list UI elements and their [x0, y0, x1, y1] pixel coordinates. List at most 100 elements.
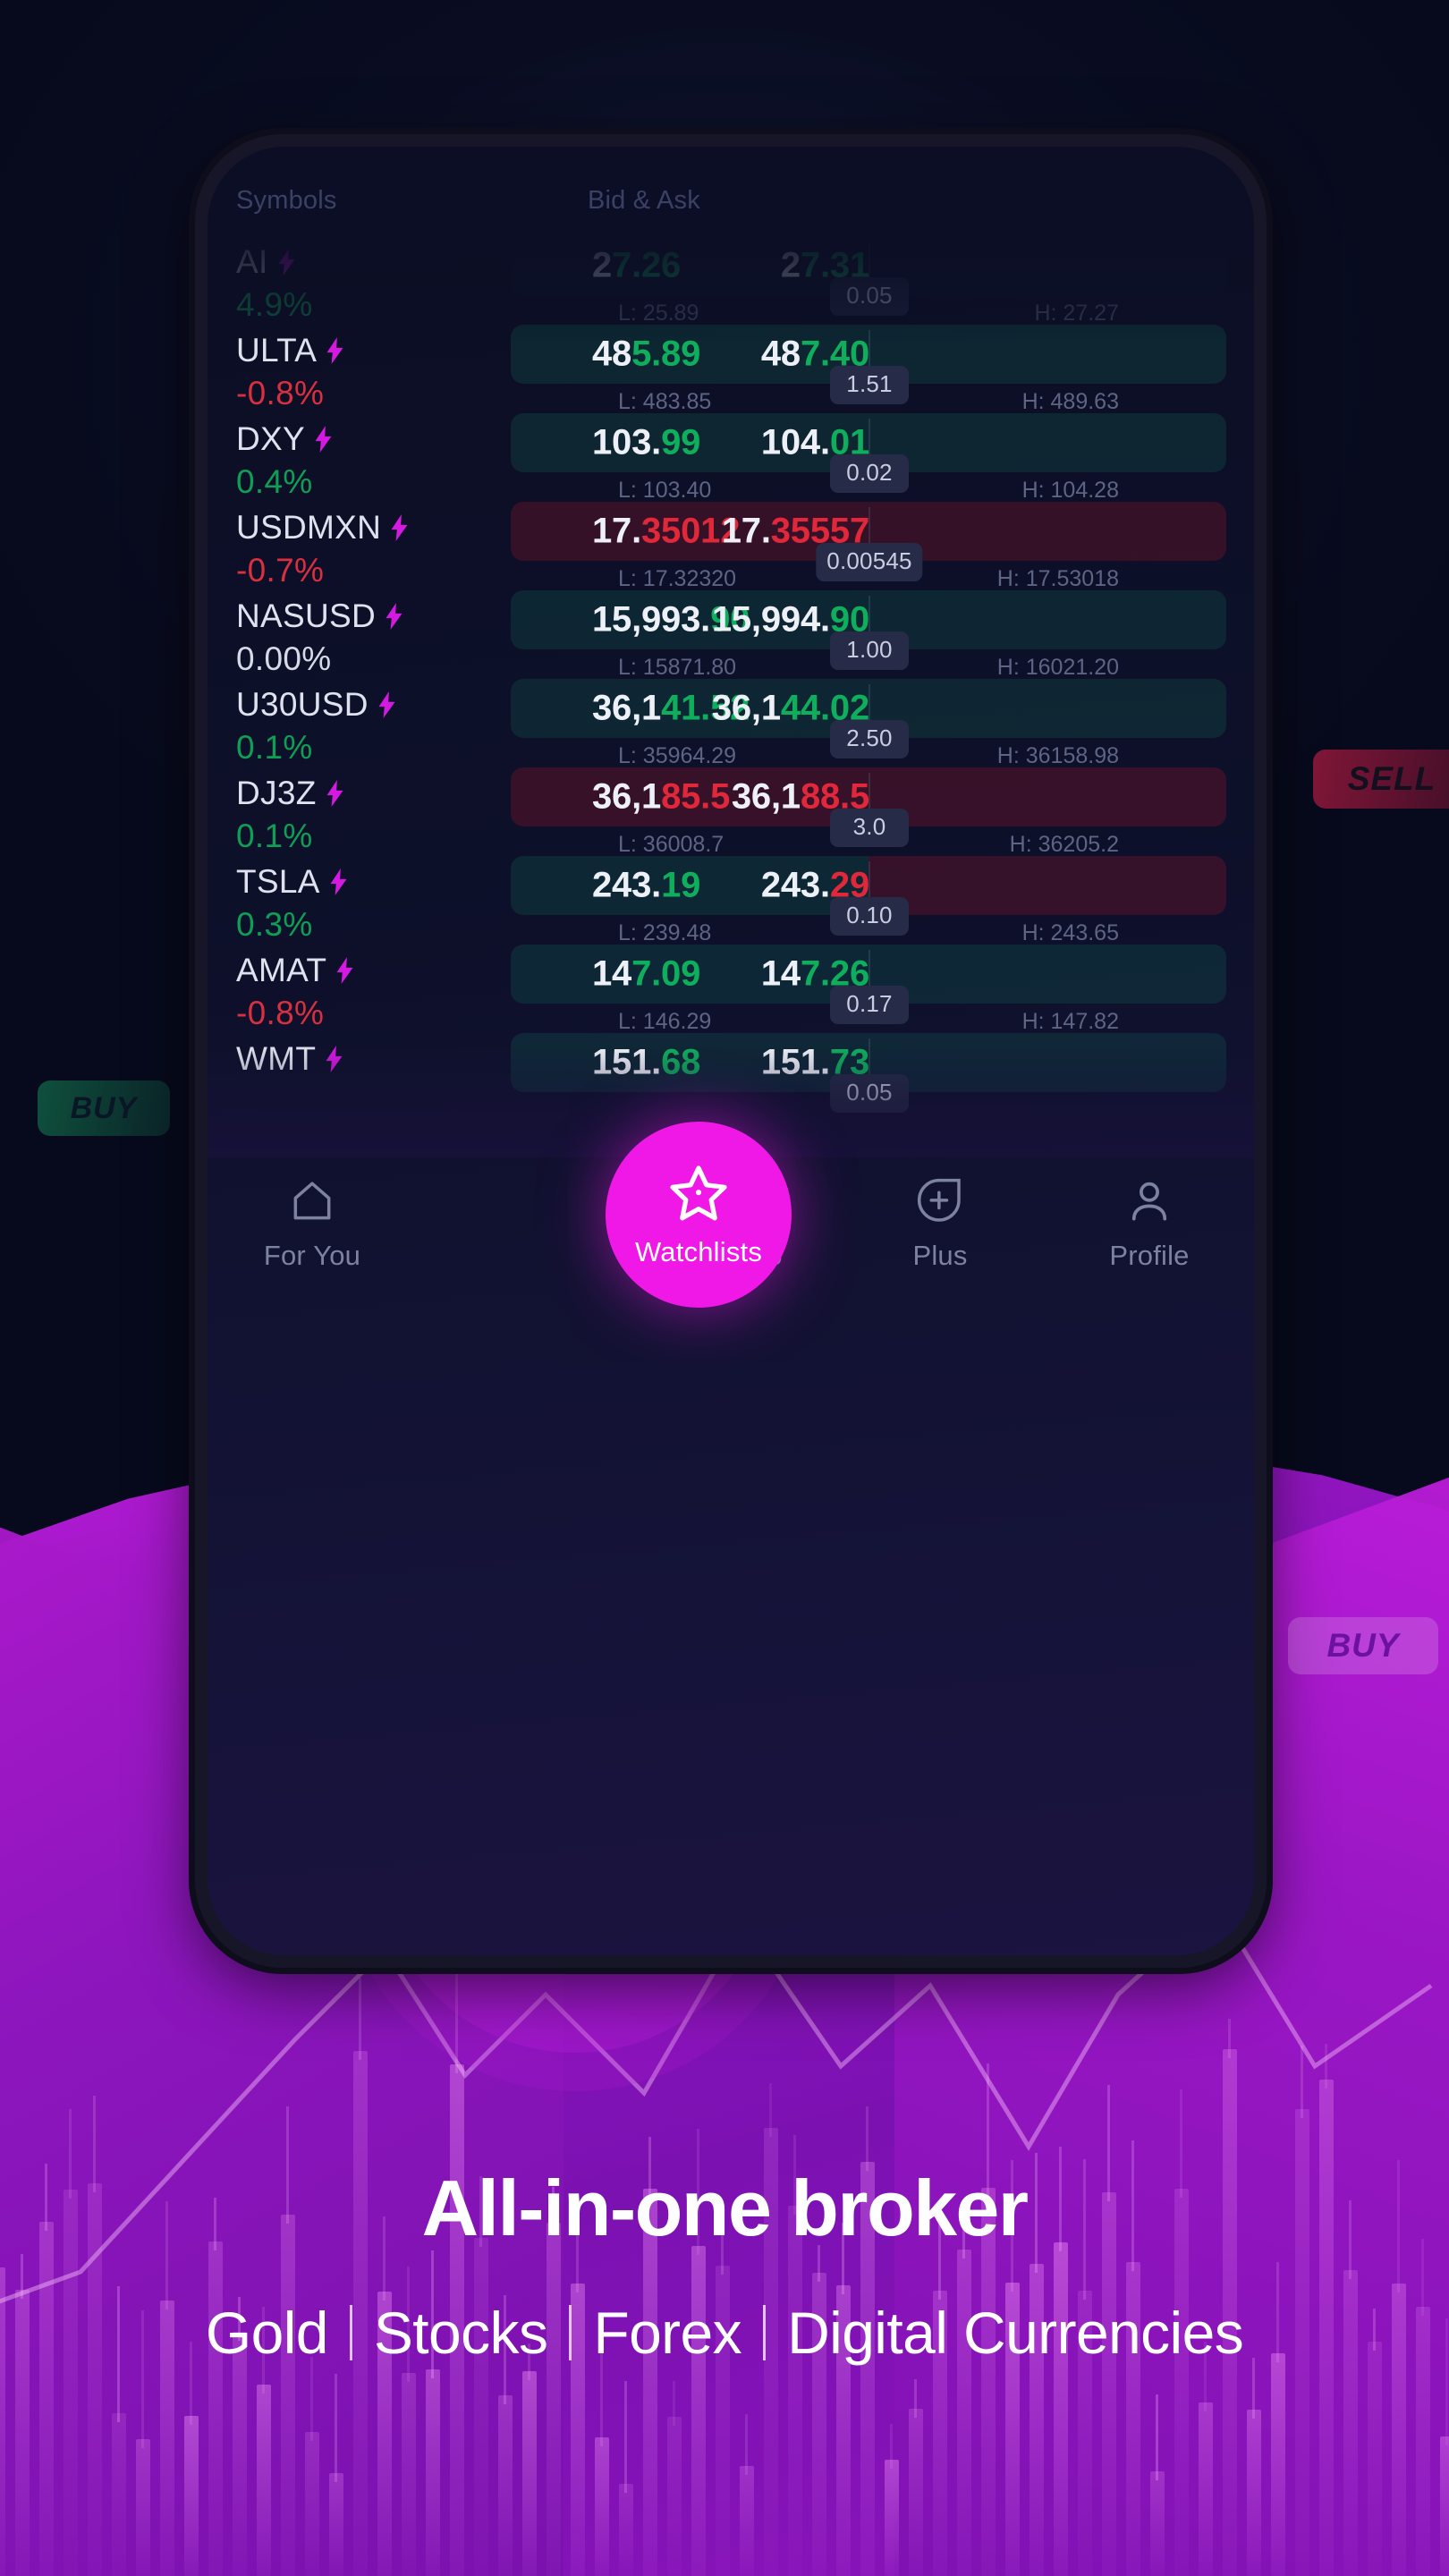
candle-bar [740, 2465, 754, 2576]
candle-bar [305, 2432, 319, 2576]
symbol-change-percent: -0.8% [236, 375, 325, 411]
symbol-change-percent: 0.1% [236, 729, 313, 766]
watchlists-nav-highlight[interactable]: Watchlists [606, 1122, 792, 1308]
spread-pill: 0.17 [830, 986, 909, 1024]
symbol-change-percent: 0.4% [236, 463, 313, 500]
nav-item-for-you[interactable]: For You [208, 1156, 417, 1272]
nav-item-label: Profile [1109, 1240, 1190, 1271]
symbol-name: AI [236, 243, 268, 280]
symbol-block[interactable]: DXY 0.4% [236, 420, 504, 501]
watchlist-row[interactable]: DJ3Z 0.1% 36,185.5 36,188.5 3.0 L: 36008.7 H: … [208, 766, 1254, 857]
nav-item-plus[interactable]: Plus [835, 1156, 1045, 1272]
lightning-bolt-icon [386, 603, 402, 630]
nav-item-profile[interactable]: Profile [1045, 1156, 1254, 1272]
person-icon [1124, 1174, 1174, 1229]
bid-price: 243.19 [592, 865, 701, 905]
marketing-categories: Gold Stocks Forex Digital Currencies [0, 2299, 1449, 2367]
symbol-block[interactable]: DJ3Z 0.1% [236, 775, 504, 855]
lightning-bolt-icon [326, 1046, 343, 1072]
phone-screen: Symbols Bid & Ask AI 4.9% 27.26 27.31 0.05 L:… [208, 147, 1254, 1955]
ask-cell[interactable] [869, 325, 1226, 384]
watchlist-row[interactable]: WMT 151.68 151.73 0.05 [208, 1031, 1254, 1120]
spread-pill: 0.02 [830, 454, 909, 493]
ask-cell[interactable] [869, 590, 1226, 649]
ask-cell[interactable] [869, 767, 1226, 826]
category-label: Forex [593, 2300, 742, 2366]
watchlist-row[interactable]: USDMXN -0.7% 17.35012 17.35557 0.00545 L: 17.… [208, 500, 1254, 591]
watchlist-row[interactable]: AMAT -0.8% 147.09 147.26 0.17 L: 146.29 H: 147… [208, 943, 1254, 1034]
candle-bar [402, 2372, 416, 2576]
symbol-block[interactable]: TSLA 0.3% [236, 863, 504, 944]
column-headers: Symbols Bid & Ask [208, 186, 1254, 227]
symbol-block[interactable]: AMAT -0.8% [236, 952, 504, 1032]
ask-cell[interactable] [869, 413, 1226, 472]
watchlist-row[interactable]: NASUSD 0.00% 15,993.90 15,994.90 1.00 L: 1587… [208, 589, 1254, 680]
home-icon [287, 1174, 337, 1229]
candle-wick [890, 2423, 893, 2469]
candle-bar [426, 2369, 440, 2576]
bid-price: 485.89 [592, 334, 701, 374]
watchlist-row[interactable]: ULTA -0.8% 485.89 487.40 1.51 L: 483.85 H: 489… [208, 323, 1254, 414]
symbol-change-percent: 0.00% [236, 640, 332, 677]
symbol-change-percent: -0.8% [236, 995, 325, 1031]
spread-pill: 1.00 [830, 631, 909, 670]
candle-bar [595, 2436, 609, 2576]
candle-wick [335, 2373, 337, 2483]
ask-cell[interactable] [869, 679, 1226, 738]
candle-bar [329, 2473, 343, 2576]
candle-wick [914, 2378, 917, 2419]
category-label: Digital Currencies [787, 2300, 1244, 2366]
candle-bar [1150, 2471, 1165, 2576]
watchlist-row[interactable]: TSLA 0.3% 243.19 243.29 0.10 L: 239.48 H: 243.… [208, 854, 1254, 945]
bid-price: 151.68 [592, 1042, 701, 1082]
bid-price: 36,185.5 [592, 776, 731, 817]
spread-pill: 2.50 [830, 720, 909, 758]
watchlist-rows[interactable]: AI 4.9% 27.26 27.31 0.05 L: 25.89 H: 27.27 ULTA… [208, 234, 1254, 1156]
watchlist-row[interactable]: DXY 0.4% 103.99 104.01 0.02 L: 103.40 H: 104.2… [208, 411, 1254, 503]
candle-bar [885, 2459, 899, 2576]
candle-wick [624, 2381, 627, 2494]
symbol-block[interactable]: U30USD 0.1% [236, 686, 504, 767]
symbol-name: AMAT [236, 952, 327, 988]
bid-price: 147.09 [592, 953, 701, 994]
spread-pill: 0.10 [830, 897, 909, 936]
candle-bar [1247, 2410, 1261, 2576]
symbol-name: TSLA [236, 863, 320, 900]
symbol-name: NASUSD [236, 597, 376, 634]
watchlist-row[interactable]: AI 4.9% 27.26 27.31 0.05 L: 25.89 H: 27.27 [208, 234, 1254, 326]
candle-bar [667, 2417, 682, 2576]
candle-bar [184, 2416, 199, 2576]
symbol-name: ULTA [236, 332, 318, 369]
symbol-block[interactable]: WMT [236, 1040, 504, 1078]
phone-frame: Symbols Bid & Ask AI 4.9% 27.26 27.31 0.05 L:… [195, 134, 1267, 1968]
candle-bar [1368, 2342, 1382, 2576]
bid-price: 103.99 [592, 422, 701, 462]
watchlists-nav-label: Watchlists [634, 1236, 763, 1267]
category-label: Gold [205, 2300, 329, 2366]
candle-wick [310, 2357, 313, 2442]
lightning-bolt-icon [315, 426, 332, 453]
ask-cell[interactable] [869, 856, 1226, 915]
symbol-name: U30USD [236, 686, 369, 723]
candle-bar [498, 2395, 513, 2576]
ask-cell[interactable] [869, 1033, 1226, 1092]
candle-wick [1156, 2394, 1158, 2481]
lightning-bolt-icon [326, 337, 343, 364]
symbol-block[interactable]: USDMXN -0.7% [236, 509, 504, 589]
ask-cell[interactable] [869, 945, 1226, 1004]
spread-pill: 0.05 [830, 277, 909, 316]
candle-bar [522, 2371, 537, 2576]
spread-pill: 0.00545 [816, 543, 923, 581]
symbol-block[interactable]: ULTA -0.8% [236, 332, 504, 412]
symbol-name: DXY [236, 420, 305, 457]
ask-cell[interactable] [869, 236, 1226, 295]
symbol-change-percent: -0.7% [236, 552, 325, 589]
sell-badge-right: SELL [1313, 750, 1449, 809]
symbol-block[interactable]: NASUSD 0.00% [236, 597, 504, 678]
watchlist-row[interactable]: U30USD 0.1% 36,141.52 36,144.02 2.50 L: 35964… [208, 677, 1254, 768]
column-header-bid-ask: Bid & Ask [588, 186, 700, 215]
spread-pill: 0.05 [830, 1074, 909, 1113]
symbol-block[interactable]: AI 4.9% [236, 243, 504, 324]
symbol-name: USDMXN [236, 509, 382, 546]
column-header-symbols: Symbols [236, 186, 337, 215]
